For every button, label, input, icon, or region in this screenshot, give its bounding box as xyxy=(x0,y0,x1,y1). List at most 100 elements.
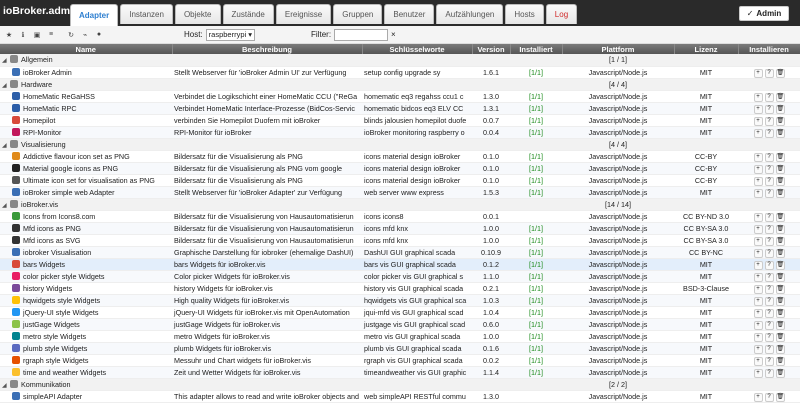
delete-adapter-button[interactable]: 🗑 xyxy=(775,344,785,353)
refresh-icon[interactable]: ↻ xyxy=(66,30,76,40)
adapter-row[interactable]: hqwidgets style Widgets High quality Widg… xyxy=(0,294,800,307)
delete-adapter-button[interactable]: 🗑 xyxy=(775,92,785,101)
adapter-row[interactable]: Material google icons as PNG Bildersatz f… xyxy=(0,162,800,175)
add-instance-button[interactable]: + xyxy=(753,224,763,233)
adapter-row[interactable]: color picker style Widgets Color picker W… xyxy=(0,270,800,283)
category-row[interactable]: ◢ Hardware [4 / 4] xyxy=(0,78,800,91)
column-header-installiert[interactable]: Installiert xyxy=(510,44,563,54)
delete-adapter-button[interactable]: 🗑 xyxy=(775,68,785,77)
host-select[interactable]: raspberrypi ▾ xyxy=(205,28,256,41)
readme-button[interactable]: ? xyxy=(764,332,774,341)
tab-zust-nde[interactable]: Zustände xyxy=(222,4,274,24)
category-row[interactable]: ◢ Kommunikation [2 / 2] xyxy=(0,378,800,391)
add-instance-button[interactable]: + xyxy=(753,260,763,269)
readme-button[interactable]: ? xyxy=(764,248,774,257)
tab-gruppen[interactable]: Gruppen xyxy=(333,4,383,24)
delete-adapter-button[interactable]: 🗑 xyxy=(775,176,785,185)
readme-button[interactable]: ? xyxy=(764,392,774,401)
delete-adapter-button[interactable]: 🗑 xyxy=(775,332,785,341)
adapter-row[interactable]: time and weather Widgets Zeit und Wetter … xyxy=(0,366,800,379)
column-header-version[interactable]: Version xyxy=(472,44,511,54)
admin-user-button[interactable]: ✓ Admin xyxy=(739,6,789,21)
adapter-row[interactable]: Mfd icons as PNG Bildersatz für die Visua… xyxy=(0,222,800,235)
adapter-row[interactable]: jQuery-UI style Widgets jQuery-UI Widgets… xyxy=(0,306,800,319)
tab-benutzer[interactable]: Benutzer xyxy=(384,4,435,24)
adapter-row[interactable]: HomeMatic RPC Verbindet HomeMatic Interfa… xyxy=(0,102,800,115)
collapse-toggle-icon[interactable]: ◢ xyxy=(2,82,10,89)
delete-adapter-button[interactable]: 🗑 xyxy=(775,188,785,197)
github-icon[interactable]: ● xyxy=(94,30,104,40)
adapter-row[interactable]: iobroker Visualisation Graphische Darstel… xyxy=(0,246,800,259)
add-instance-button[interactable]: + xyxy=(753,188,763,197)
add-instance-button[interactable]: + xyxy=(753,92,763,101)
filter-input[interactable] xyxy=(334,28,389,41)
readme-button[interactable]: ? xyxy=(764,260,774,269)
adapter-row[interactable]: Mfd icons as SVG Bildersatz für die Visua… xyxy=(0,234,800,247)
adapter-row[interactable]: Icons from Icons8.com Bildersatz für die … xyxy=(0,210,800,223)
tab-adapter[interactable]: Adapter xyxy=(70,4,119,26)
delete-adapter-button[interactable]: 🗑 xyxy=(775,224,785,233)
adapter-row[interactable]: ioBroker Admin Stellt Webserver für 'ioBr… xyxy=(0,66,800,79)
folder-icon[interactable]: ▣ xyxy=(32,30,42,40)
add-instance-button[interactable]: + xyxy=(753,308,763,317)
readme-button[interactable]: ? xyxy=(764,368,774,377)
readme-button[interactable]: ? xyxy=(764,356,774,365)
delete-adapter-button[interactable]: 🗑 xyxy=(775,128,785,137)
adapter-row[interactable]: HomeMatic ReGaHSS Verbindet die Logikschi… xyxy=(0,90,800,103)
add-instance-button[interactable]: + xyxy=(753,236,763,245)
category-row[interactable]: ◢ Allgemein [1 / 1] xyxy=(0,54,800,67)
readme-button[interactable]: ? xyxy=(764,188,774,197)
readme-button[interactable]: ? xyxy=(764,272,774,281)
delete-adapter-button[interactable]: 🗑 xyxy=(775,272,785,281)
adapter-row[interactable]: rgraph style Widgets Messuhr und Chart wi… xyxy=(0,354,800,367)
add-instance-button[interactable]: + xyxy=(753,248,763,257)
list-icon[interactable]: ≡ xyxy=(46,30,56,40)
readme-button[interactable]: ? xyxy=(764,236,774,245)
add-instance-button[interactable]: + xyxy=(753,272,763,281)
column-header-lizenz[interactable]: Lizenz xyxy=(674,44,739,54)
readme-button[interactable]: ? xyxy=(764,68,774,77)
category-row[interactable]: ◢ ioBroker.vis [14 / 14] xyxy=(0,198,800,211)
adapter-row[interactable]: history Widgets history Widgets für ioBro… xyxy=(0,282,800,295)
collapse-toggle-icon[interactable]: ◢ xyxy=(2,382,10,389)
delete-adapter-button[interactable]: 🗑 xyxy=(775,308,785,317)
add-instance-button[interactable]: + xyxy=(753,68,763,77)
column-header-beschreibung[interactable]: Beschreibung xyxy=(172,44,363,54)
add-instance-button[interactable]: + xyxy=(753,164,763,173)
readme-button[interactable]: ? xyxy=(764,308,774,317)
collapse-toggle-icon[interactable]: ◢ xyxy=(2,202,10,209)
delete-adapter-button[interactable]: 🗑 xyxy=(775,236,785,245)
add-instance-button[interactable]: + xyxy=(753,212,763,221)
star-icon[interactable]: ★ xyxy=(4,30,14,40)
collapse-toggle-icon[interactable]: ◢ xyxy=(2,142,10,149)
add-instance-button[interactable]: + xyxy=(753,296,763,305)
link-icon[interactable]: ⌁ xyxy=(80,30,90,40)
readme-button[interactable]: ? xyxy=(764,212,774,221)
delete-adapter-button[interactable]: 🗑 xyxy=(775,284,785,293)
delete-adapter-button[interactable]: 🗑 xyxy=(775,104,785,113)
delete-adapter-button[interactable]: 🗑 xyxy=(775,320,785,329)
adapter-row[interactable]: RPI-Monitor RPI-Monitor für ioBroker ioBro… xyxy=(0,126,800,139)
readme-button[interactable]: ? xyxy=(764,284,774,293)
column-header-schl-sselworte[interactable]: Schlüsselworte xyxy=(362,44,473,54)
add-instance-button[interactable]: + xyxy=(753,116,763,125)
readme-button[interactable]: ? xyxy=(764,344,774,353)
add-instance-button[interactable]: + xyxy=(753,152,763,161)
adapter-row[interactable]: bars Widgets bars Widgets für ioBroker.vi… xyxy=(0,258,800,271)
delete-adapter-button[interactable]: 🗑 xyxy=(775,164,785,173)
add-instance-button[interactable]: + xyxy=(753,176,763,185)
tab-aufz-hlungen[interactable]: Aufzählungen xyxy=(436,4,504,24)
readme-button[interactable]: ? xyxy=(764,104,774,113)
delete-adapter-button[interactable]: 🗑 xyxy=(775,392,785,401)
adapter-row[interactable]: Ultimate icon set for visualisation as P… xyxy=(0,174,800,187)
readme-button[interactable]: ? xyxy=(764,176,774,185)
delete-adapter-button[interactable]: 🗑 xyxy=(775,248,785,257)
delete-adapter-button[interactable]: 🗑 xyxy=(775,116,785,125)
info-icon[interactable]: ℹ xyxy=(18,30,28,40)
add-instance-button[interactable]: + xyxy=(753,332,763,341)
readme-button[interactable]: ? xyxy=(764,296,774,305)
delete-adapter-button[interactable]: 🗑 xyxy=(775,368,785,377)
adapter-row[interactable]: ioBroker simple web Adapter Stellt Webser… xyxy=(0,186,800,199)
add-instance-button[interactable]: + xyxy=(753,344,763,353)
readme-button[interactable]: ? xyxy=(764,128,774,137)
